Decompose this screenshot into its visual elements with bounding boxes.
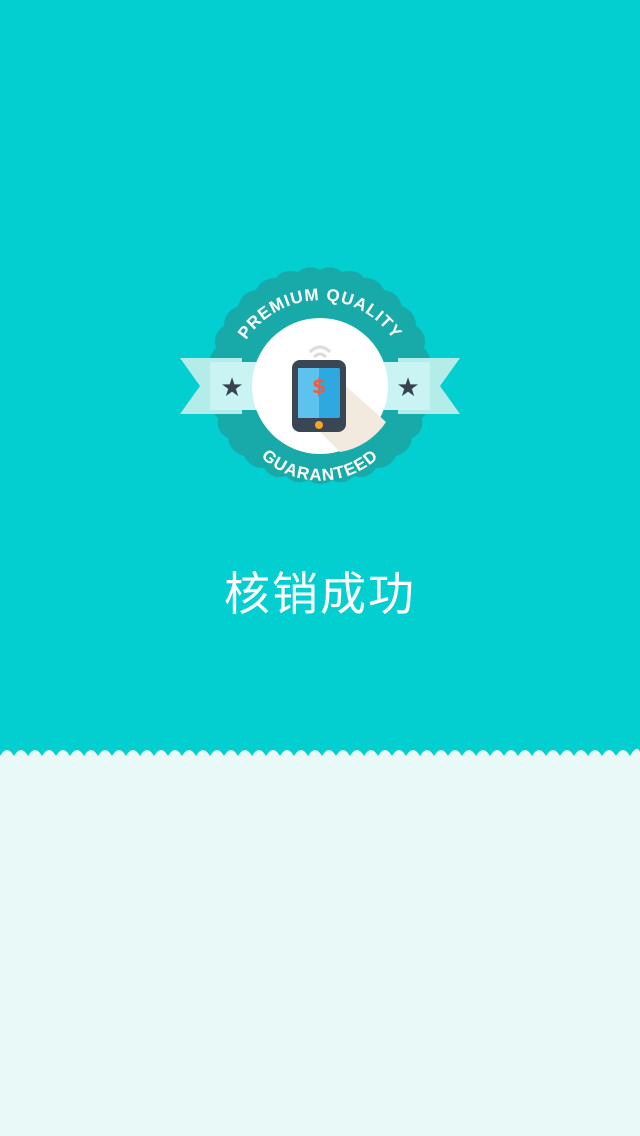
success-screen: ★ ★ $ PREMIUM QUALITY GUARANTEED 核销成功 [0,0,640,1136]
currency-symbol: $ [312,374,326,398]
star-icon-left: ★ [220,373,243,403]
premium-quality-badge-icon: ★ ★ $ PREMIUM QUALITY GUARANTEED [180,267,460,485]
scalloped-panel [0,748,640,1136]
bottom-panel [0,744,640,1136]
result-title: 核销成功 [224,567,416,621]
star-icon-right: ★ [396,373,419,403]
premium-quality-badge: ★ ★ $ PREMIUM QUALITY GUARANTEED [170,262,470,512]
